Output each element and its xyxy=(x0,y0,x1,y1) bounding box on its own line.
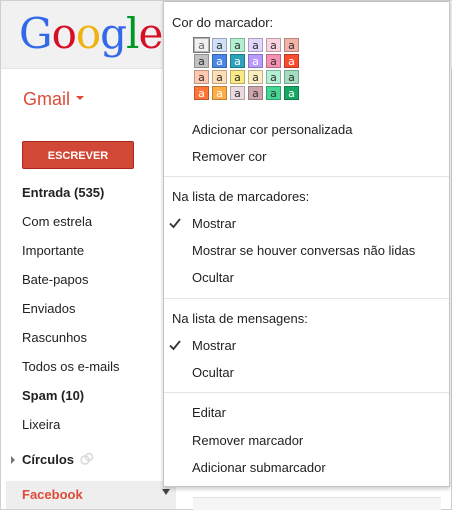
color-swatch[interactable]: a xyxy=(248,86,263,100)
color-swatch[interactable]: a xyxy=(193,37,210,53)
color-swatch[interactable]: a xyxy=(230,86,245,100)
add-custom-color-item[interactable]: Adicionar cor personalizada xyxy=(192,122,352,137)
color-swatch[interactable]: a xyxy=(230,38,245,52)
color-swatch[interactable]: a xyxy=(212,86,227,100)
color-swatch[interactable]: a xyxy=(266,86,281,100)
color-swatch[interactable]: a xyxy=(212,54,227,68)
color-swatch[interactable]: a xyxy=(266,70,281,84)
add-sublabel-item[interactable]: Adicionar submarcador xyxy=(192,460,326,475)
color-swatch[interactable]: a xyxy=(194,86,209,100)
caret-down-icon xyxy=(76,96,85,101)
nav-item-starred[interactable]: Com estrela xyxy=(22,214,92,229)
circles-icon xyxy=(80,452,94,465)
color-swatch[interactable]: a xyxy=(284,86,299,100)
nav-item-facebook[interactable]: Facebook xyxy=(6,481,176,509)
nav-item-drafts[interactable]: Rascunhos xyxy=(22,330,87,345)
color-swatch[interactable]: a xyxy=(266,54,281,68)
checkmark-icon xyxy=(169,340,181,351)
color-swatch[interactable]: a xyxy=(212,70,227,84)
color-swatch[interactable]: a xyxy=(230,54,245,68)
color-swatch[interactable]: a xyxy=(284,54,299,68)
label-list-show-item[interactable]: Mostrar xyxy=(192,216,236,231)
logo-letter: o xyxy=(75,9,101,58)
color-swatch[interactable]: a xyxy=(248,38,263,52)
nav-item-trash[interactable]: Lixeira xyxy=(22,417,60,432)
menu-divider xyxy=(164,298,449,299)
main-content-edge xyxy=(193,497,441,510)
color-swatch[interactable]: a xyxy=(194,54,209,68)
nav-item-sent[interactable]: Enviados xyxy=(22,301,75,316)
gmail-switcher-label: Gmail xyxy=(23,89,71,109)
label-color-heading: Cor do marcador: xyxy=(172,15,274,30)
nav-item-chats[interactable]: Bate-papos xyxy=(22,272,89,287)
nav-item-all-mail[interactable]: Todos os e-mails xyxy=(22,359,120,374)
color-swatch[interactable]: a xyxy=(194,70,209,84)
color-swatch[interactable]: a xyxy=(284,70,299,84)
label-list-hide-item[interactable]: Ocultar xyxy=(192,270,234,285)
checkmark-icon xyxy=(169,218,181,229)
remove-color-item[interactable]: Remover cor xyxy=(192,149,266,164)
color-swatch[interactable]: a xyxy=(212,38,227,52)
color-swatch[interactable]: a xyxy=(248,70,263,84)
facebook-label: Facebook xyxy=(22,487,83,502)
label-options-dropdown-icon[interactable] xyxy=(162,489,170,495)
message-list-hide-item[interactable]: Ocultar xyxy=(192,365,234,380)
remove-label-item[interactable]: Remover marcador xyxy=(192,433,303,448)
color-swatch[interactable]: a xyxy=(266,38,281,52)
color-swatch[interactable]: a xyxy=(284,38,299,52)
color-swatch[interactable]: a xyxy=(230,70,245,84)
label-list-show-if-unread-item[interactable]: Mostrar se houver conversas não lidas xyxy=(192,243,415,258)
nav-item-spam[interactable]: Spam (10) xyxy=(22,388,84,403)
logo-letter: G xyxy=(19,9,53,58)
message-list-show-item[interactable]: Mostrar xyxy=(192,338,236,353)
nav-item-inbox[interactable]: Entrada (535) xyxy=(22,185,104,200)
menu-divider xyxy=(164,176,449,177)
nav-item-circles[interactable]: Círculos xyxy=(22,452,74,467)
expand-arrow-icon[interactable] xyxy=(11,456,15,464)
gmail-switcher[interactable]: Gmail xyxy=(23,89,85,110)
message-list-heading: Na lista de mensagens: xyxy=(172,311,308,326)
color-swatch-grid: aaaaaaaaaaaaaaaaaaaaaaaa xyxy=(193,37,306,100)
logo-letter: l xyxy=(126,9,139,58)
color-swatch[interactable]: a xyxy=(248,54,263,68)
google-logo[interactable]: Google xyxy=(19,9,163,59)
logo-letter: g xyxy=(100,9,127,58)
menu-divider xyxy=(164,392,449,393)
nav-item-important[interactable]: Importante xyxy=(22,243,84,258)
logo-letter: e xyxy=(138,9,163,58)
edit-label-item[interactable]: Editar xyxy=(192,405,226,420)
label-options-menu: Cor do marcador: aaaaaaaaaaaaaaaaaaaaaaa… xyxy=(163,1,450,487)
label-list-heading: Na lista de marcadores: xyxy=(172,189,310,204)
logo-letter: o xyxy=(51,9,77,58)
compose-button[interactable]: ESCREVER xyxy=(22,141,134,169)
